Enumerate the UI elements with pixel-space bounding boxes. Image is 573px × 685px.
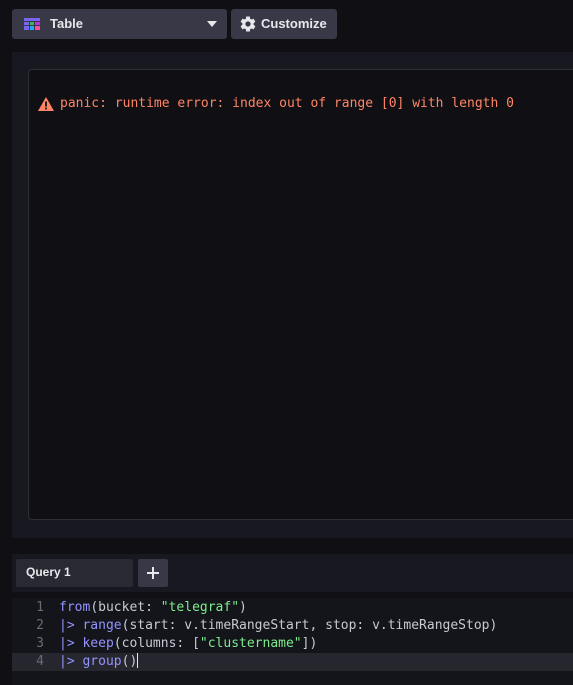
code-token: ) bbox=[239, 600, 247, 615]
text-cursor bbox=[137, 653, 139, 668]
visualization-panel: panic: runtime error: index out of range… bbox=[12, 52, 573, 538]
code-token: keep bbox=[82, 636, 114, 651]
error-text: panic: runtime error: index out of range… bbox=[60, 96, 514, 111]
query-tab-label: Query 1 bbox=[26, 565, 71, 579]
code-token: range bbox=[82, 618, 122, 633]
code-token: (columns: [ bbox=[113, 636, 200, 651]
line-code: |> group() bbox=[59, 653, 139, 671]
customize-button[interactable]: Customize bbox=[231, 9, 337, 39]
code-token: ]) bbox=[301, 636, 318, 651]
code-line[interactable]: 2 |> range(start: v.timeRangeStart, stop:… bbox=[12, 617, 573, 635]
code-line[interactable]: 4 |> group() bbox=[12, 653, 573, 671]
line-code: |> range(start: v.timeRangeStart, stop: … bbox=[59, 617, 497, 635]
flux-query-editor[interactable]: 1 from(bucket: "telegraf") 2 |> range(start… bbox=[12, 598, 573, 685]
caret-down-icon bbox=[207, 21, 217, 27]
line-number: 3 bbox=[36, 636, 44, 651]
visualization-type-label: Table bbox=[50, 16, 83, 31]
code-token: "telegraf" bbox=[160, 600, 240, 615]
tab-query-1[interactable]: Query 1 bbox=[16, 559, 133, 587]
code-line[interactable]: 3 |> keep(columns: ["clustername"]) bbox=[12, 635, 573, 653]
code-token: (start: v.timeRangeStart, stop: v.timeRa… bbox=[121, 618, 498, 633]
code-token: from bbox=[59, 600, 91, 615]
code-token: () bbox=[121, 654, 138, 669]
line-code: |> keep(columns: ["clustername"]) bbox=[59, 635, 317, 653]
line-code: from(bucket: "telegraf") bbox=[59, 599, 247, 617]
customize-label: Customize bbox=[261, 16, 327, 31]
code-token: |> bbox=[59, 618, 83, 633]
code-token: |> bbox=[59, 636, 83, 651]
add-query-button[interactable] bbox=[138, 559, 168, 587]
code-token: (bucket: bbox=[90, 600, 161, 615]
code-token: "clustername" bbox=[199, 636, 302, 651]
warning-icon bbox=[38, 96, 54, 111]
error-message: panic: runtime error: index out of range… bbox=[38, 96, 514, 111]
code-line[interactable]: 1 from(bucket: "telegraf") bbox=[12, 599, 573, 617]
visualization-type-dropdown[interactable]: Table bbox=[12, 9, 227, 39]
plus-icon bbox=[147, 567, 159, 579]
line-number: 1 bbox=[36, 600, 44, 615]
data-explorer: Table Customize panic: runtime error: in… bbox=[0, 0, 573, 685]
visualization-area: panic: runtime error: index out of range… bbox=[28, 69, 573, 520]
table-grid-icon bbox=[24, 18, 40, 30]
code-token: |> bbox=[59, 654, 83, 669]
gear-icon bbox=[240, 16, 256, 32]
line-number: 4 bbox=[36, 654, 44, 669]
line-number: 2 bbox=[36, 618, 44, 633]
code-token: group bbox=[82, 654, 122, 669]
query-tabs-bar: Query 1 bbox=[12, 554, 573, 592]
toolbar: Table Customize bbox=[0, 0, 573, 48]
